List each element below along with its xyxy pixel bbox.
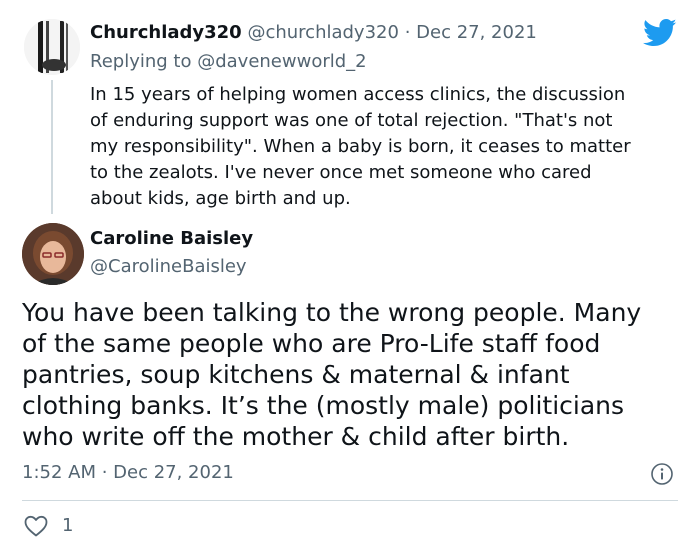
info-icon[interactable]: [650, 462, 674, 486]
thread-connector-line: [51, 80, 53, 214]
tweet-timestamp[interactable]: 1:52 AM · Dec 27, 2021: [22, 462, 234, 483]
main-tweet-text: You have been talking to the wrong peopl…: [22, 298, 642, 451]
like-count: 1: [62, 515, 74, 536]
main-avatar[interactable]: [22, 223, 84, 285]
divider: [22, 500, 678, 501]
parent-handle[interactable]: @churchlady320: [247, 22, 399, 43]
twitter-bird-icon[interactable]: [643, 18, 677, 48]
parent-display-name[interactable]: Churchlady320: [90, 22, 242, 43]
parent-date[interactable]: Dec 27, 2021: [416, 22, 537, 43]
main-handle[interactable]: @CarolineBaisley: [90, 256, 247, 277]
parent-avatar[interactable]: [24, 19, 80, 75]
replying-to-handle[interactable]: @davenewworld_2: [197, 51, 366, 72]
separator-dot: ·: [404, 22, 411, 43]
main-display-name[interactable]: Caroline Baisley: [90, 228, 253, 249]
parent-tweet-text: In 15 years of helping women access clin…: [90, 84, 631, 209]
replying-to-label: Replying to: [90, 51, 192, 72]
heart-icon[interactable]: [24, 515, 48, 537]
parent-tweet-header: Churchlady320 @churchlady320 · Dec 27, 2…: [90, 22, 537, 43]
replying-to-line: Replying to @davenewworld_2: [90, 51, 367, 72]
